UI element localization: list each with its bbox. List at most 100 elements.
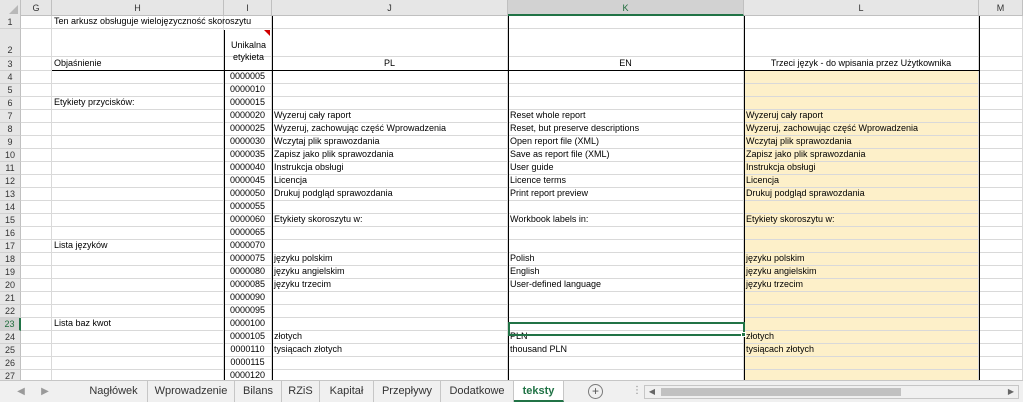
- cell-g25[interactable]: [21, 344, 52, 357]
- cell-g23[interactable]: [21, 318, 52, 331]
- cell-l21[interactable]: [744, 292, 979, 305]
- cell-k21[interactable]: [508, 292, 744, 305]
- cell-h25[interactable]: [52, 344, 224, 357]
- cell-m12[interactable]: [979, 175, 1023, 188]
- cell-h12[interactable]: [52, 175, 224, 188]
- row-header-12[interactable]: 12: [0, 175, 21, 188]
- cell-l3[interactable]: Trzeci język - do wpisania przez Użytkow…: [744, 57, 979, 71]
- cell-l22[interactable]: [744, 305, 979, 318]
- row-header-13[interactable]: 13: [0, 188, 21, 201]
- row-header-26[interactable]: 26: [0, 357, 21, 370]
- cell-m1[interactable]: [979, 16, 1023, 29]
- cell-j3[interactable]: PL: [272, 57, 508, 71]
- cell-g27[interactable]: [21, 370, 52, 380]
- cell-m19[interactable]: [979, 266, 1023, 279]
- cell-l25[interactable]: tysiącach złotych: [744, 344, 979, 357]
- row-header-23[interactable]: 23: [0, 318, 21, 331]
- cell-j5[interactable]: [272, 84, 508, 97]
- cell-h4[interactable]: [52, 71, 224, 84]
- cell-m14[interactable]: [979, 201, 1023, 214]
- cell-g11[interactable]: [21, 162, 52, 175]
- cell-m22[interactable]: [979, 305, 1023, 318]
- cell-g22[interactable]: [21, 305, 52, 318]
- cell-m3[interactable]: [979, 57, 1023, 71]
- cell-m23[interactable]: [979, 318, 1023, 331]
- cell-h8[interactable]: [52, 123, 224, 136]
- cell-m20[interactable]: [979, 279, 1023, 292]
- cell-m24[interactable]: [979, 331, 1023, 344]
- cell-l15[interactable]: Etykiety skoroszytu w:: [744, 214, 979, 227]
- cell-g19[interactable]: [21, 266, 52, 279]
- cell-j20[interactable]: języku trzecim: [272, 279, 508, 292]
- cell-g10[interactable]: [21, 149, 52, 162]
- cell-m21[interactable]: [979, 292, 1023, 305]
- row-header-10[interactable]: 10: [0, 149, 21, 162]
- cell-m25[interactable]: [979, 344, 1023, 357]
- row-header-4[interactable]: 4: [0, 71, 21, 84]
- cell-k15[interactable]: Workbook labels in:: [508, 214, 744, 227]
- cell-k22[interactable]: [508, 305, 744, 318]
- cell-g16[interactable]: [21, 227, 52, 240]
- column-header-g[interactable]: G: [21, 0, 52, 16]
- cell-m4[interactable]: [979, 71, 1023, 84]
- row-header-1[interactable]: 1: [0, 16, 21, 29]
- row-header-9[interactable]: 9: [0, 136, 21, 149]
- cell-l20[interactable]: języku trzecim: [744, 279, 979, 292]
- prev-sheet-icon[interactable]: ◀: [14, 385, 28, 399]
- cell-j27[interactable]: [272, 370, 508, 380]
- cell-l2[interactable]: [744, 29, 979, 57]
- comment-indicator-icon[interactable]: [264, 30, 270, 36]
- cell-k13[interactable]: Print report preview: [508, 188, 744, 201]
- cell-g12[interactable]: [21, 175, 52, 188]
- cell-h18[interactable]: [52, 253, 224, 266]
- row-header-11[interactable]: 11: [0, 162, 21, 175]
- cell-g13[interactable]: [21, 188, 52, 201]
- cell-k26[interactable]: [508, 357, 744, 370]
- sheet-tab-rzis[interactable]: RZiS: [282, 381, 320, 402]
- cell-k5[interactable]: [508, 84, 744, 97]
- cell-l27[interactable]: [744, 370, 979, 380]
- cell-h3[interactable]: Objaśnienie: [52, 57, 224, 71]
- row-header-15[interactable]: 15: [0, 214, 21, 227]
- row-header-21[interactable]: 21: [0, 292, 21, 305]
- cell-i1[interactable]: [224, 16, 272, 29]
- cell-h27[interactable]: [52, 370, 224, 380]
- sheet-tab-dodatkowe[interactable]: Dodatkowe: [441, 381, 514, 402]
- scroll-right-icon[interactable]: ▶: [1005, 386, 1017, 398]
- cell-h24[interactable]: [52, 331, 224, 344]
- scroll-left-icon[interactable]: ◀: [646, 386, 658, 398]
- column-header-l[interactable]: L: [744, 0, 979, 16]
- cell-j21[interactable]: [272, 292, 508, 305]
- row-header-8[interactable]: 8: [0, 123, 21, 136]
- row-header-2[interactable]: 2: [0, 29, 21, 57]
- cell-m8[interactable]: [979, 123, 1023, 136]
- cell-g14[interactable]: [21, 201, 52, 214]
- cell-h2[interactable]: [52, 29, 224, 57]
- cell-k1[interactable]: [508, 16, 744, 29]
- sheet-tab-bilans[interactable]: Bilans: [235, 381, 282, 402]
- cell-k27[interactable]: [508, 370, 744, 380]
- cell-k25[interactable]: thousand PLN: [508, 344, 744, 357]
- cell-j2[interactable]: [272, 29, 508, 57]
- cell-h20[interactable]: [52, 279, 224, 292]
- cell-h13[interactable]: [52, 188, 224, 201]
- column-header-m[interactable]: M: [979, 0, 1023, 16]
- select-all-corner[interactable]: [0, 0, 21, 16]
- cell-m18[interactable]: [979, 253, 1023, 266]
- column-header-i[interactable]: I: [224, 0, 272, 16]
- column-header-k[interactable]: K: [508, 0, 744, 16]
- cell-j11[interactable]: Instrukcja obsługi: [272, 162, 508, 175]
- cell-g4[interactable]: [21, 71, 52, 84]
- cell-j26[interactable]: [272, 357, 508, 370]
- cell-l11[interactable]: Instrukcja obsługi: [744, 162, 979, 175]
- cell-h9[interactable]: [52, 136, 224, 149]
- sheet-tab-przepływy[interactable]: Przepływy: [374, 381, 441, 402]
- row-header-22[interactable]: 22: [0, 305, 21, 318]
- cell-h1[interactable]: Ten arkusz obsługuje wielojęzyczność sko…: [52, 16, 251, 29]
- cell-m11[interactable]: [979, 162, 1023, 175]
- sheet-tab-wprowadzenie[interactable]: Wprowadzenie: [148, 381, 235, 402]
- cell-l23[interactable]: [744, 318, 979, 331]
- sheet-tab-teksty[interactable]: teksty: [514, 381, 564, 402]
- fill-handle[interactable]: [741, 332, 746, 337]
- cell-j15[interactable]: Etykiety skoroszytu w:: [272, 214, 508, 227]
